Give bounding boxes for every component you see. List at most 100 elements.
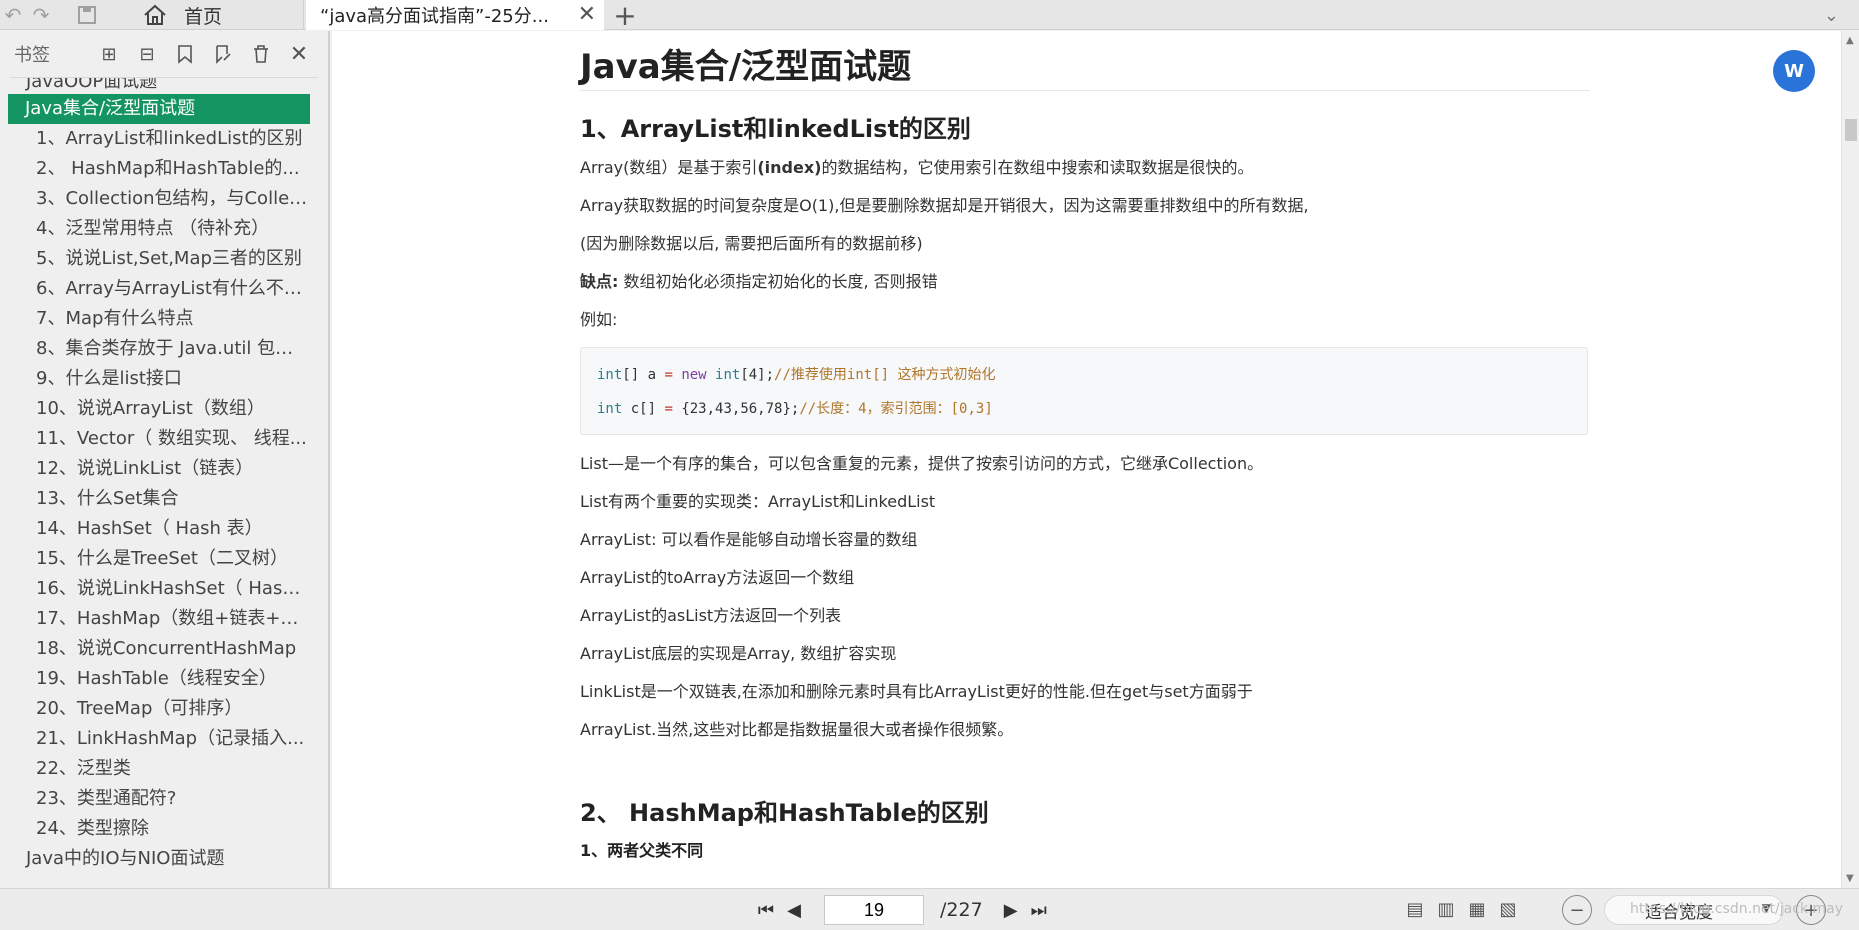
delete-icon[interactable]	[246, 39, 276, 69]
window-controls: ⌄	[1814, 0, 1839, 30]
redo-icon[interactable]: ↷	[28, 2, 54, 28]
scroll-up-icon[interactable]: ▲	[1846, 35, 1854, 46]
undo-icon[interactable]: ↶	[0, 2, 26, 28]
code-token: c[]	[622, 401, 665, 417]
code-line: int c[] = {23,43,56,78};//长度：4，索引范围：[0,3…	[597, 392, 1571, 426]
edit-bookmark-icon[interactable]	[208, 39, 238, 69]
paragraph: ArrayList的toArray方法返回一个数组	[580, 568, 855, 587]
code-token: [] a	[622, 367, 665, 383]
bold-text: (index)	[757, 158, 822, 177]
sidebar-item[interactable]: JavaOOP面试题	[0, 78, 310, 94]
sidebar-item[interactable]: 17、HashMap（数组+链表+红...	[0, 604, 310, 634]
sidebar-item[interactable]: 16、说说LinkHashSet（ HashS...	[0, 574, 310, 604]
tab-document-label: “java高分面试指南”-25分...	[320, 6, 549, 27]
text-span: 的数据结构，它使用索引在数组中搜索和读取数据是很快的。	[821, 158, 1254, 177]
sidebar-title: 书签	[14, 45, 50, 66]
bookmark-tree: JavaOOP面试题 Java集合/泛型面试题 1、ArrayList和linked…	[0, 78, 328, 874]
tab-document[interactable]: “java高分面试指南”-25分... ✕	[306, 0, 604, 30]
home-icon	[142, 2, 168, 28]
sidebar-item[interactable]: 15、什么是TreeSet（二叉树）	[0, 544, 310, 574]
sidebar-item-active[interactable]: Java集合/泛型面试题	[8, 94, 310, 124]
sidebar-item[interactable]: 11、Vector（ 数组实现、 线程...	[0, 424, 310, 454]
watermark: https://blog.csdn.net/jack.may	[1630, 901, 1843, 917]
single-page-icon[interactable]: ▤	[1400, 895, 1430, 923]
close-tab-icon[interactable]: ✕	[578, 2, 596, 27]
text-span: Array(数组）是基于索引	[580, 158, 758, 177]
vertical-scrollbar[interactable]: ▲ ▼	[1841, 31, 1859, 888]
code-token: int	[597, 401, 623, 417]
paragraph: (因为删除数据以后, 需要把后面所有的数据前移)	[580, 234, 923, 253]
code-token: new	[672, 367, 707, 383]
sidebar-item[interactable]: 6、Array与ArrayList有什么不一...	[0, 274, 310, 304]
sidebar-item[interactable]: 13、什么Set集合	[0, 484, 310, 514]
sidebar-item[interactable]: 5、说说List,Set,Map三者的区别	[0, 244, 310, 274]
scroll-down-icon[interactable]: ▼	[1846, 873, 1854, 884]
sidebar-item[interactable]: 21、LinkHashMap（记录插入...	[0, 724, 310, 754]
collapse-all-icon[interactable]: ⊟	[132, 39, 162, 69]
double-page-icon[interactable]: ▥	[1431, 895, 1461, 923]
paragraph: List—是一个有序的集合，可以包含重复的元素，提供了按索引访问的方式，它继承C…	[580, 454, 1264, 473]
sidebar-item[interactable]: 1、ArrayList和linkedList的区别	[0, 124, 310, 154]
page-number-input[interactable]	[824, 895, 924, 925]
sidebar-header: 书签 ⊞ ⊟ ✕	[0, 31, 328, 77]
paragraph: 缺点: 数组初始化必须指定初始化的长度, 否则报错	[580, 263, 1590, 301]
sidebar-item[interactable]: 7、Map有什么特点	[0, 304, 310, 334]
code-token: {23,43,56,78};	[672, 401, 800, 417]
close-sidebar-icon[interactable]: ✕	[284, 39, 314, 69]
sidebar-item[interactable]: 12、说说LinkList（链表）	[0, 454, 310, 484]
sidebar-item[interactable]: Java中的IO与NIO面试题	[0, 844, 310, 874]
tab-bar: ↶ ↷ 首页 “java高分面试指南”-25分... ✕ + ⌄	[0, 0, 1859, 32]
bookmark-sidebar: 书签 ⊞ ⊟ ✕ JavaOOP面试题 Java集合/泛型面试题 1、ArrayLi…	[0, 31, 330, 888]
add-bookmark-icon[interactable]	[170, 39, 200, 69]
paragraph: List有两个重要的实现类：ArrayList和LinkedList	[580, 492, 936, 511]
sidebar-item[interactable]: 14、HashSet（ Hash 表）	[0, 514, 310, 544]
status-bar: ⏮ ◀ /227 ▶ ⏭ ▤ ▥ ▦ ▧ − 适合宽度 ▼ + https://…	[0, 888, 1859, 930]
tab-home-label: 首页	[184, 5, 223, 28]
save-icon[interactable]	[74, 2, 100, 28]
last-page-icon[interactable]: ⏭	[1025, 896, 1053, 924]
tab-home[interactable]: 首页	[118, 0, 304, 30]
sidebar-item[interactable]: 19、HashTable（线程安全）	[0, 664, 310, 694]
sidebar-item[interactable]: 23、类型通配符?	[0, 784, 310, 814]
book-mode-icon[interactable]: ▧	[1493, 895, 1523, 923]
page-navigation: ⏮ ◀ /227 ▶ ⏭	[752, 895, 1053, 925]
sidebar-item[interactable]: 24、类型擦除	[0, 814, 310, 844]
code-token: int	[597, 367, 623, 383]
sidebar-item[interactable]: 20、TreeMap（可排序）	[0, 694, 310, 724]
bold-text: 缺点:	[580, 272, 619, 291]
chevron-down-icon[interactable]: ⌄	[1824, 5, 1839, 26]
new-tab-button[interactable]: +	[610, 0, 640, 32]
sidebar-item[interactable]: 3、Collection包结构，与Collec...	[0, 184, 310, 214]
prev-page-icon[interactable]: ◀	[780, 896, 808, 924]
code-token: int	[706, 367, 741, 383]
section-heading-1: 1、ArrayList和linkedList的区别	[580, 115, 971, 143]
paragraph: ArrayList: 可以看作是能够自动增长容量的数组	[580, 530, 918, 549]
sidebar-item[interactable]: 2、 HashMap和HashTable的...	[0, 154, 310, 184]
continuous-page-icon[interactable]: ▦	[1462, 895, 1492, 923]
sidebar-item[interactable]: 18、说说ConcurrentHashMap	[0, 634, 310, 664]
section-heading-2: 2、 HashMap和HashTable的区别	[580, 799, 989, 827]
paragraph: LinkList是一个双链表,在添加和删除元素时具有比ArrayList更好的性…	[580, 682, 1253, 701]
sidebar-toolbar: ⊞ ⊟ ✕	[94, 39, 322, 69]
sidebar-item[interactable]: 4、泛型常用特点 （待补充）	[0, 214, 310, 244]
page-title: Java集合/泛型面试题	[580, 31, 1590, 91]
expand-all-icon[interactable]: ⊞	[94, 39, 124, 69]
paragraph: Array获取数据的时间复杂度是O(1),但是要删除数据却是开销很大，因为这需要…	[580, 196, 1309, 215]
paragraph: 例如:	[580, 310, 618, 329]
subheading: 1、两者父类不同	[580, 841, 704, 860]
sidebar-item[interactable]: 8、集合类存放于 Java.util 包中...	[0, 334, 310, 364]
next-page-icon[interactable]: ▶	[997, 896, 1025, 924]
sidebar-item[interactable]: 9、什么是list接口	[0, 364, 310, 394]
page-total: /227	[940, 899, 983, 921]
paragraph: ArrayList的asList方法返回一个列表	[580, 606, 842, 625]
zoom-out-icon[interactable]: −	[1562, 895, 1592, 925]
code-comment: //推荐使用int[] 这种方式初始化	[774, 367, 996, 383]
first-page-icon[interactable]: ⏮	[752, 896, 780, 924]
scrollbar-thumb[interactable]	[1845, 119, 1857, 141]
sidebar-item[interactable]: 10、说说ArrayList（数组）	[0, 394, 310, 424]
paragraph: ArrayList底层的实现是Array, 数组扩容实现	[580, 644, 897, 663]
translate-icon[interactable]: W	[1773, 50, 1815, 92]
sidebar-item[interactable]: 22、泛型类	[0, 754, 310, 784]
paragraph: ArrayList.当然,这些对比都是指数据量很大或者操作很频繁。	[580, 720, 1014, 739]
document-view[interactable]: Java集合/泛型面试题 1、ArrayList和linkedList的区别 A…	[332, 31, 1841, 888]
